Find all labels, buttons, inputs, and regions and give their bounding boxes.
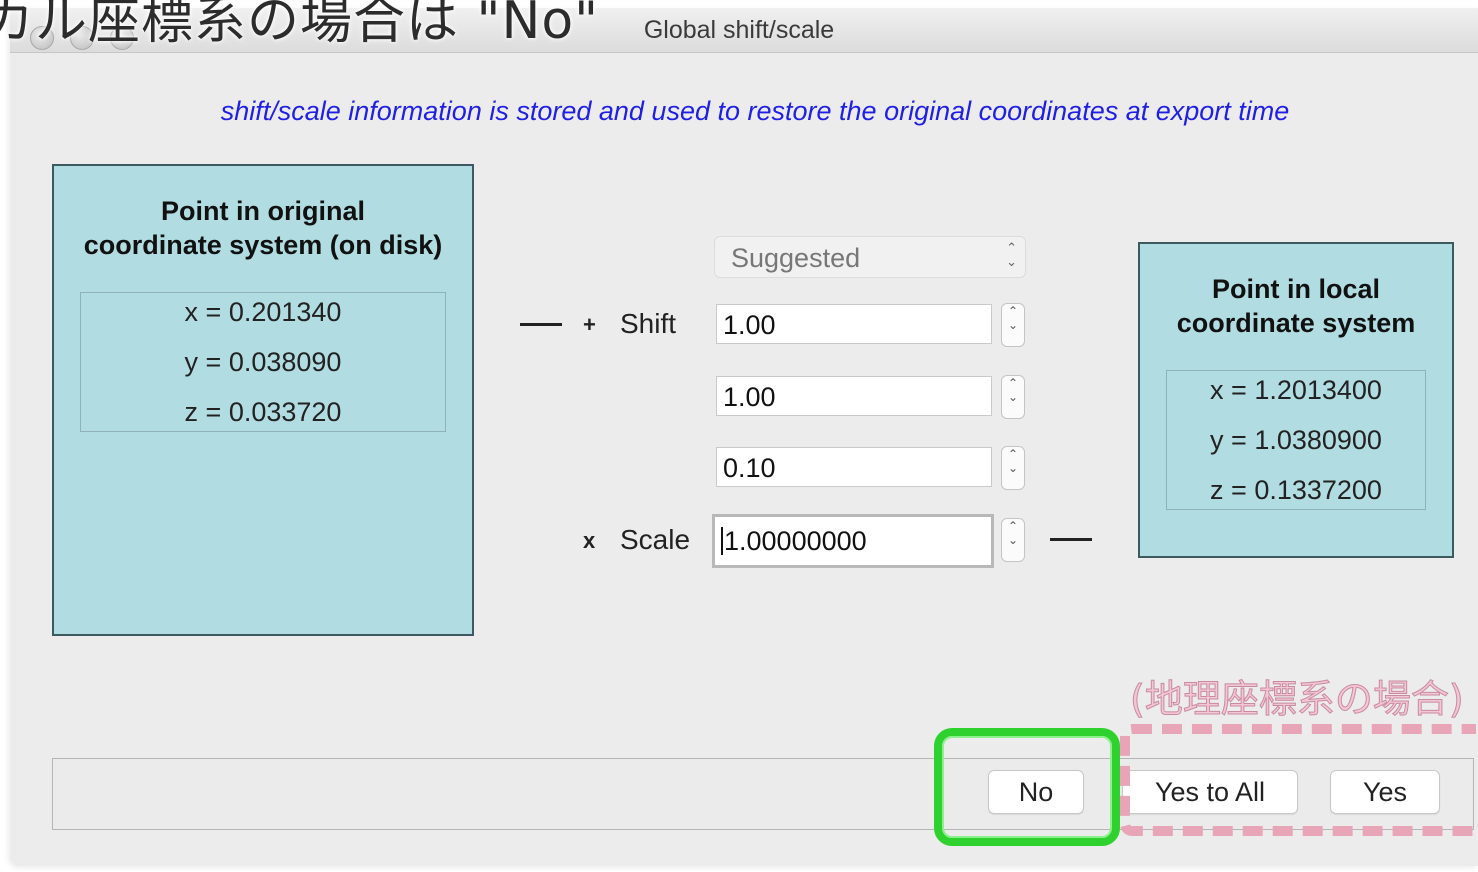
shift-label: Shift <box>620 308 677 339</box>
original-panel-title-line1: Point in original <box>161 196 365 226</box>
original-y: y = 0.038090 <box>184 347 342 377</box>
shift-y-input[interactable]: 1.00 <box>716 376 992 416</box>
stepper-up-icon: ⌃ <box>1007 304 1019 318</box>
text-caret <box>721 526 723 555</box>
local-coords-box: x = 1.2013400 y = 1.0380900 z = 0.133720… <box>1166 370 1426 510</box>
stepper-up-icon: ⌃ <box>1007 376 1019 390</box>
original-point-panel: Point in original coordinate system (on … <box>52 164 474 636</box>
local-z: z = 0.1337200 <box>1210 475 1382 505</box>
shift-operator: + <box>583 312 596 337</box>
stepper-down-icon: ⌄ <box>1007 390 1019 404</box>
stepper-down-icon: ⌄ <box>1007 533 1019 547</box>
no-button-highlight <box>934 728 1120 846</box>
scale-stepper[interactable]: ⌃ ⌄ <box>1001 518 1025 562</box>
original-coords-box: x = 0.201340 y = 0.038090 z = 0.033720 <box>80 292 446 432</box>
local-x: x = 1.2013400 <box>1210 375 1382 405</box>
stepper-up-icon: ⌃ <box>1007 519 1019 533</box>
shift-x-input[interactable]: 1.00 <box>716 304 992 344</box>
local-panel-title-line2: coordinate system <box>1176 308 1416 338</box>
suggested-select[interactable]: Suggested ⌃ ⌄ <box>714 236 1026 278</box>
original-z: z = 0.033720 <box>184 397 342 427</box>
original-x: x = 0.201340 <box>184 297 342 327</box>
shift-y-stepper[interactable]: ⌃ ⌄ <box>1001 375 1025 419</box>
suggested-select-value: Suggested <box>731 243 861 273</box>
shift-z-input[interactable]: 0.10 <box>716 447 992 487</box>
original-panel-title-line2: coordinate system (on disk) <box>83 230 443 260</box>
local-panel-title-line1: Point in local <box>1211 274 1380 304</box>
scale-input-value: 1.00000000 <box>724 526 867 556</box>
shift-z-stepper[interactable]: ⌃ ⌄ <box>1001 446 1025 490</box>
shift-x-stepper[interactable]: ⌃ ⌄ <box>1001 303 1025 347</box>
local-point-panel: Point in local coordinate system x = 1.2… <box>1138 242 1454 558</box>
left-connector-line <box>520 323 562 326</box>
geographic-case-caption: (地理座標系の場合) <box>1130 677 1465 722</box>
scale-label: Scale <box>620 524 691 555</box>
stepper-down-icon: ⌄ <box>1007 318 1019 332</box>
info-text: shift/scale information is stored and us… <box>220 96 1290 126</box>
scale-operator: x <box>583 528 596 553</box>
stepper-down-icon: ⌄ <box>1007 461 1019 475</box>
scale-input[interactable]: 1.00000000 <box>712 514 994 568</box>
stepper-up-icon: ⌃ <box>1007 447 1019 461</box>
right-connector-line <box>1050 538 1092 541</box>
local-y: y = 1.0380900 <box>1210 425 1382 455</box>
chevron-updown-icon: ⌃ ⌄ <box>1006 240 1017 269</box>
overlay-caption: カル座標系の場合は "No" <box>0 0 600 51</box>
geographic-case-highlight <box>1120 724 1476 836</box>
